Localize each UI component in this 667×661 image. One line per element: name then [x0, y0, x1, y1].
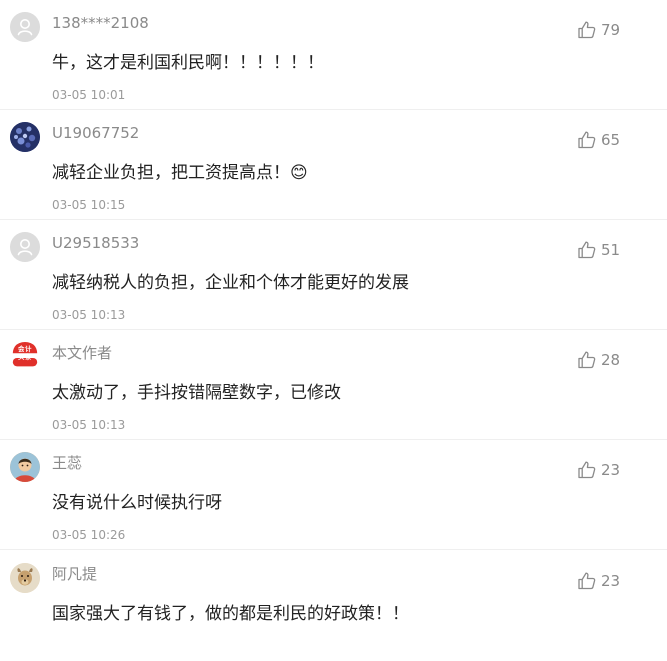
like-count: 23	[601, 572, 621, 590]
like-count: 23	[601, 461, 621, 479]
thumbs-up-icon	[577, 350, 597, 370]
comment-time: 03-05 10:01	[52, 88, 126, 102]
like-button[interactable]: 28	[577, 349, 620, 371]
thumbs-up-icon	[577, 130, 597, 150]
thumbs-up-icon	[577, 571, 597, 591]
comment-time: 03-05 10:13	[52, 418, 126, 432]
comment-text: 减轻企业负担，把工资提高点！😊	[52, 163, 308, 183]
comment-item: 138****2108 牛，这才是利国利民啊！！！！！！ 03-05 10:01…	[0, 0, 667, 110]
comment-list: 138****2108 牛，这才是利国利民啊！！！！！！ 03-05 10:01…	[0, 0, 667, 647]
comment-item: 阿凡提 国家强大了有钱了，做的都是利民的好政策！！ 23	[0, 551, 667, 661]
like-button[interactable]: 23	[577, 570, 620, 592]
child-photo-avatar[interactable]	[10, 452, 40, 482]
like-count: 28	[601, 351, 621, 369]
like-count: 65	[601, 131, 621, 149]
like-button[interactable]: 23	[577, 459, 620, 481]
comment-item: 会计头条 本文作者 太激动了，手抖按错隔壁数字，已修改 03-05 10:13 …	[0, 330, 667, 440]
comment-username[interactable]: 王蕊	[52, 453, 82, 473]
comment-text: 太激动了，手抖按错隔壁数字，已修改	[52, 383, 341, 403]
comment-text: 减轻纳税人的负担，企业和个体才能更好的发展	[52, 273, 409, 293]
like-button[interactable]: 65	[577, 129, 620, 151]
comment-item: 王蕊 没有说什么时候执行呀 03-05 10:26 23	[0, 440, 667, 550]
comment-text: 没有说什么时候执行呀	[52, 493, 222, 513]
comment-username[interactable]: U29518533	[52, 233, 139, 253]
thumbs-up-icon	[577, 460, 597, 480]
comment-item: U29518533 减轻纳税人的负担，企业和个体才能更好的发展 03-05 10…	[0, 220, 667, 330]
comment-text: 牛，这才是利国利民啊！！！！！！	[52, 53, 324, 73]
thumbs-up-icon	[577, 20, 597, 40]
dog-photo-avatar[interactable]	[10, 563, 40, 593]
like-button[interactable]: 79	[577, 19, 620, 41]
like-count: 51	[601, 241, 621, 259]
default-avatar-icon[interactable]	[10, 12, 40, 42]
comment-username[interactable]: U19067752	[52, 123, 139, 143]
comment-username[interactable]: 138****2108	[52, 13, 149, 33]
comment-time: 03-05 10:13	[52, 308, 126, 322]
comment-time: 03-05 10:15	[52, 198, 126, 212]
thumbs-up-icon	[577, 240, 597, 260]
comment-username[interactable]: 本文作者	[52, 343, 112, 363]
comment-username[interactable]: 阿凡提	[52, 564, 97, 584]
comment-item: U19067752 减轻企业负担，把工资提高点！😊 03-05 10:15 65	[0, 110, 667, 220]
comment-time: 03-05 10:26	[52, 528, 126, 542]
author-logo[interactable]: 会计头条	[10, 342, 40, 372]
blue-pattern-avatar[interactable]	[10, 122, 40, 152]
like-button[interactable]: 51	[577, 239, 620, 261]
like-count: 79	[601, 21, 621, 39]
default-avatar-icon[interactable]	[10, 232, 40, 262]
comment-text: 国家强大了有钱了，做的都是利民的好政策！！	[52, 604, 409, 624]
author-logo-text: 会计头条	[18, 345, 32, 361]
